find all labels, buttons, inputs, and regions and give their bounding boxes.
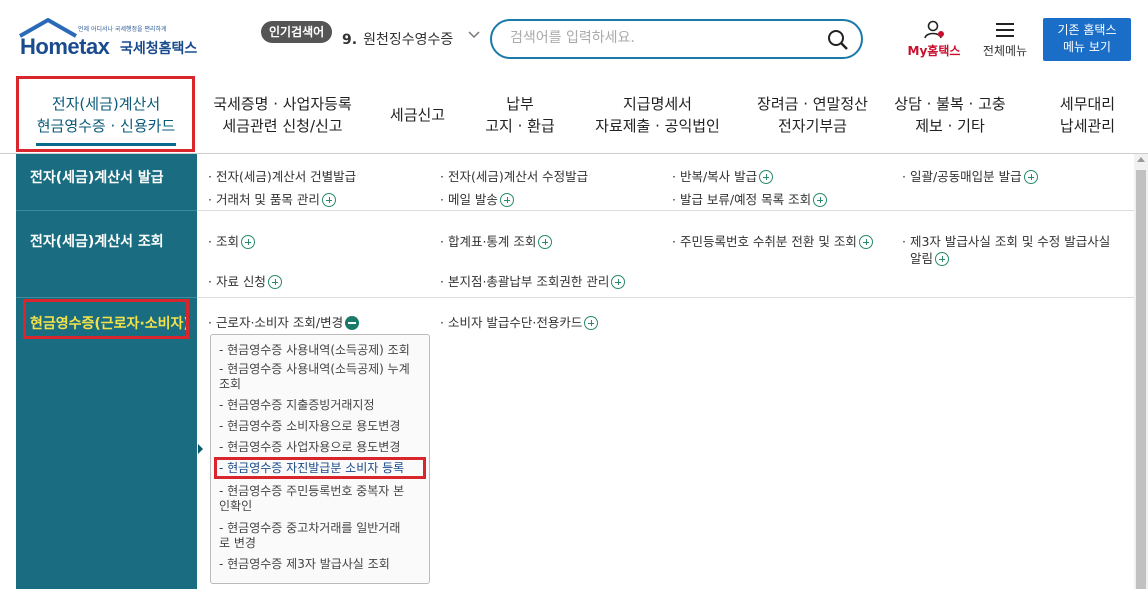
- old-menu-line1: 기존 홈택스: [1057, 23, 1117, 37]
- link-issue-hold-label: · 발급 보류/예정 목록 조회: [672, 192, 812, 207]
- link-consumer-card[interactable]: · 소비자 발급수단·전용카드: [440, 312, 599, 331]
- link-einvoice-direct-label: · 전자(세금)계산서 건별발급: [208, 169, 357, 184]
- hamburger-icon: [996, 23, 1014, 37]
- link-consumer-inquiry[interactable]: · 근로자·소비자 조회/변경: [208, 312, 360, 331]
- category-einvoice-issue[interactable]: 전자(세금)계산서 발급: [16, 167, 197, 187]
- gnb-tab-certificate-registration[interactable]: 국세증명 · 사업자등록 세금관련 신청/신고: [200, 75, 365, 154]
- link-einvoice-modify[interactable]: · 전자(세금)계산서 수정발급: [440, 166, 588, 185]
- gnb-tab-payment[interactable]: 납부 고지 · 환급: [470, 75, 570, 154]
- plus-icon[interactable]: [813, 193, 828, 207]
- link-inquiry-label: · 조회: [208, 234, 239, 249]
- link-summary-stats-label: · 합계표·통계 조회: [440, 234, 537, 249]
- plus-icon[interactable]: [584, 316, 599, 330]
- chevron-down-icon[interactable]: [467, 30, 481, 40]
- link-einvoice-repeat[interactable]: · 반복/복사 발급: [672, 166, 774, 185]
- link-third-party-label-2: 알림: [910, 251, 934, 266]
- link-partner-items-label: · 거래처 및 품목 관리: [208, 192, 320, 207]
- search-input[interactable]: [510, 30, 810, 46]
- vertical-scrollbar[interactable]: [1134, 154, 1148, 589]
- submenu-item[interactable]: - 현금영수증 중고차거래를 일반거래 로 변경: [219, 521, 424, 551]
- plus-icon[interactable]: [759, 170, 774, 184]
- link-rrn-convert-label: · 주민등록번호 수취분 전환 및 조회: [672, 234, 857, 249]
- link-einvoice-bulk-label: · 일괄/공동매입분 발급: [902, 169, 1022, 184]
- my-hometax-button[interactable]: My홈택스: [904, 20, 964, 60]
- category-column: [16, 154, 197, 589]
- submenu-item[interactable]: - 현금영수증 지출증빙거래지정: [219, 398, 424, 413]
- link-mail-send[interactable]: · 메일 발송: [440, 189, 514, 208]
- link-third-party-cont[interactable]: 알림: [910, 248, 950, 267]
- plus-icon[interactable]: [1023, 170, 1038, 184]
- submenu-item[interactable]: - 현금영수증 사용내역(소득공제) 조회: [219, 343, 424, 358]
- cash-receipt-submenu: - 현금영수증 사용내역(소득공제) 조회 - 현금영수증 사용내역(소득공제)…: [210, 334, 430, 584]
- hometax-logo[interactable]: 언제 어디서나 국세행정을 편리하게 Hometax 국세청홈택스: [18, 18, 208, 64]
- all-menu-label: 전체메뉴: [982, 44, 1028, 58]
- submenu-item[interactable]: - 현금영수증 사업자용으로 용도변경: [219, 440, 424, 455]
- gnb-active-underline: [36, 143, 176, 146]
- plus-icon[interactable]: [935, 252, 950, 266]
- plus-icon[interactable]: [267, 275, 282, 289]
- search-box: [490, 19, 863, 59]
- global-nav: 전자(세금)계산서 현금영수증 · 신용카드 국세증명 · 사업자등록 세금관련…: [0, 75, 1148, 154]
- all-menu-button[interactable]: 전체메뉴: [976, 20, 1034, 60]
- link-summary-stats[interactable]: · 합계표·통계 조회: [440, 231, 553, 250]
- link-data-request[interactable]: · 자료 신청: [208, 271, 282, 290]
- submenu-item[interactable]: - 현금영수증 제3자 발급사실 조회: [219, 557, 424, 572]
- old-hometax-menu-button[interactable]: 기존 홈택스 메뉴 보기: [1043, 18, 1131, 61]
- link-einvoice-modify-label: · 전자(세금)계산서 수정발급: [440, 169, 589, 184]
- link-partner-items[interactable]: · 거래처 및 품목 관리: [208, 189, 336, 208]
- old-menu-line2: 메뉴 보기: [1063, 40, 1111, 54]
- user-icon: [924, 20, 944, 39]
- category-highlight-box: [23, 299, 189, 339]
- link-mail-send-label: · 메일 발송: [440, 192, 498, 207]
- category-divider: [16, 210, 197, 211]
- logo-wordmark: Hometax: [20, 34, 110, 59]
- gnb-tab-statements[interactable]: 지급명세서 자료제출 · 공익법인: [580, 75, 735, 154]
- popular-search-term: 원천징수영수증: [363, 32, 454, 48]
- gnb-tab-incentive-yearend[interactable]: 장려금 · 연말정산 전자기부금: [745, 75, 880, 154]
- category-einvoice-inquiry[interactable]: 전자(세금)계산서 조회: [16, 231, 197, 251]
- plus-icon[interactable]: [240, 235, 255, 249]
- mega-menu-panel: 전자(세금)계산서 발급 전자(세금)계산서 조회 현금영수증(근로자·소비자)…: [16, 154, 1134, 589]
- gnb-tab-consultation[interactable]: 상담 · 불복 · 고충 제보 · 기타: [890, 75, 1010, 154]
- my-hometax-label: My홈택스: [907, 44, 961, 58]
- submenu-highlight-box: [214, 457, 426, 479]
- submenu-item[interactable]: - 현금영수증 소비자용으로 용도변경: [219, 419, 424, 434]
- link-einvoice-bulk[interactable]: · 일괄/공동매입분 발급: [902, 166, 1038, 185]
- scroll-up-icon[interactable]: [1137, 157, 1145, 162]
- link-branch-auth[interactable]: · 본지점·총괄납부 조회권한 관리: [440, 271, 626, 290]
- link-third-party-label: · 제3자 발급사실 조회 및 수정 발급사실: [902, 234, 1111, 249]
- search-icon[interactable]: [827, 29, 849, 51]
- link-rrn-convert[interactable]: · 주민등록번호 수취분 전환 및 조회: [672, 231, 873, 250]
- category-divider: [16, 297, 197, 298]
- link-consumer-inquiry-label: · 근로자·소비자 조회/변경: [208, 315, 344, 330]
- popular-search-badge: 인기검색어: [261, 21, 333, 43]
- popular-search-rank: 9.: [342, 32, 358, 48]
- link-consumer-card-label: · 소비자 발급수단·전용카드: [440, 315, 583, 330]
- plus-icon[interactable]: [499, 193, 514, 207]
- plus-icon[interactable]: [538, 235, 553, 249]
- link-inquiry[interactable]: · 조회: [208, 231, 255, 250]
- gnb-tab-tax-agent[interactable]: 세무대리 납세관리: [1040, 75, 1135, 154]
- link-data-request-label: · 자료 신청: [208, 274, 266, 289]
- link-branch-auth-label: · 본지점·총괄납부 조회권한 관리: [440, 274, 610, 289]
- link-einvoice-repeat-label: · 반복/복사 발급: [672, 169, 758, 184]
- logo-subtitle: 국세청홈택스: [120, 41, 198, 57]
- link-issue-hold[interactable]: · 발급 보류/예정 목록 조회: [672, 189, 828, 208]
- submenu-item[interactable]: - 현금영수증 주민등록번호 중복자 본 인확인: [219, 484, 424, 514]
- link-einvoice-direct[interactable]: · 전자(세금)계산서 건별발급: [208, 166, 356, 185]
- scroll-thumb[interactable]: [1136, 170, 1146, 589]
- plus-icon[interactable]: [611, 275, 626, 289]
- plus-icon[interactable]: [858, 235, 873, 249]
- popular-search-item[interactable]: 9. 원천징수영수증: [342, 29, 453, 49]
- gnb-tab-tax-filing[interactable]: 세금신고: [375, 75, 460, 154]
- minus-icon[interactable]: [345, 316, 360, 330]
- active-arrow-icon: [198, 444, 203, 454]
- logo-tagline: 언제 어디서나 국세행정을 편리하게: [78, 26, 167, 33]
- submenu-item[interactable]: - 현금영수증 사용내역(소득공제) 누계 조회: [219, 362, 424, 392]
- plus-icon[interactable]: [321, 193, 336, 207]
- header: 언제 어디서나 국세행정을 편리하게 Hometax 국세청홈택스 인기검색어 …: [0, 0, 1148, 75]
